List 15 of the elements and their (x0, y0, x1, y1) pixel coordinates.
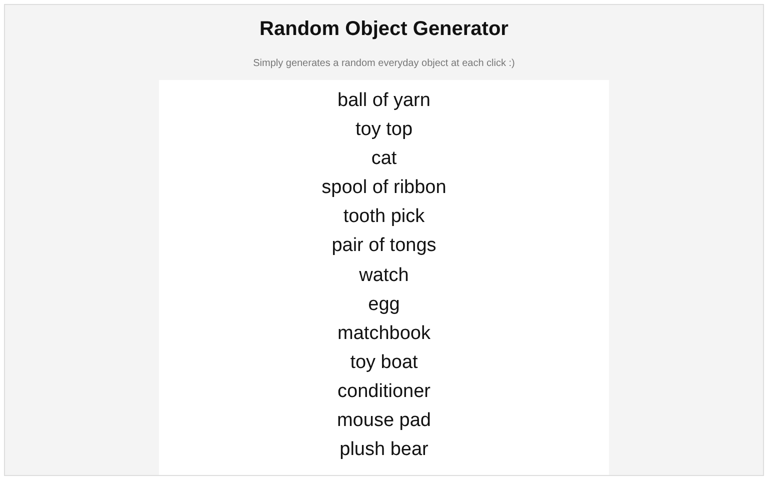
object-item: tooth pick (343, 205, 425, 230)
object-item: watch (359, 264, 409, 288)
object-item: plush bear (340, 438, 428, 462)
object-item: mouse pad (336, 409, 431, 434)
object-item: conditioner (338, 380, 430, 404)
object-item: toy top (355, 118, 413, 142)
object-item: spool of ribbon (322, 176, 446, 200)
subtitle: Simply generates a random everyday object at each click :) (253, 57, 515, 71)
page-title: Random Object Generator (260, 17, 508, 41)
object-item: matchbook (338, 322, 430, 346)
object-item: egg (368, 292, 400, 317)
object-item: cat (371, 147, 397, 172)
object-item: ball of yarn (338, 89, 430, 113)
object-item: toy boat (350, 350, 418, 375)
object-item: pair of tongs (332, 234, 436, 258)
